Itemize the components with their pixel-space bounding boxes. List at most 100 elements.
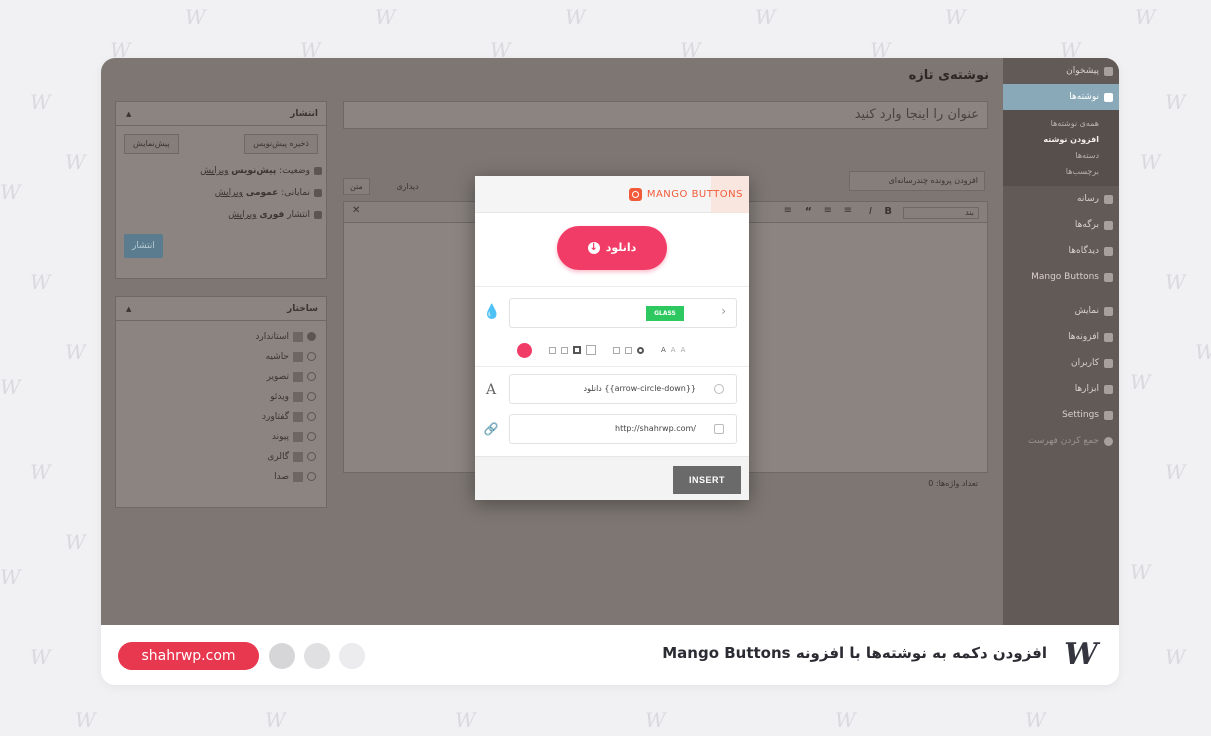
size-option[interactable]: [561, 346, 568, 354]
button-preview[interactable]: دانلود↓: [557, 226, 667, 270]
list-icon[interactable]: ≡: [844, 205, 852, 216]
submenu-categories[interactable]: دسته‌ها: [1003, 148, 1119, 164]
page-title: نوشته‌ی تازه: [908, 68, 989, 83]
format-option[interactable]: صدا: [116, 467, 326, 487]
aside-icon: [293, 351, 303, 362]
font-icon: A: [485, 382, 497, 398]
plugins-icon: [1104, 333, 1113, 342]
size-option[interactable]: [573, 346, 581, 354]
format-option[interactable]: گفتاورد: [116, 407, 326, 427]
ordered-list-icon[interactable]: ≡: [824, 205, 832, 216]
corner-option[interactable]: [637, 346, 644, 354]
save-draft-button[interactable]: ذخیره پیش‌نویس: [244, 134, 318, 154]
format-option[interactable]: استاندارد: [116, 327, 326, 347]
status-row: وضعیت: پیش‌نویس ویرایش: [116, 160, 326, 182]
format-box-header[interactable]: ساختار ▲: [116, 297, 326, 321]
preview-button[interactable]: پیش‌نمایش: [124, 134, 179, 154]
tab-text[interactable]: متن: [343, 178, 370, 195]
icon-picker-icon[interactable]: [714, 384, 724, 394]
align-icon[interactable]: ≡: [784, 205, 792, 216]
post-title-input[interactable]: عنوان را اینجا وارد کنید: [343, 101, 988, 129]
format-box: ساختار ▲ استاندارد حاشیه تصویر ویدئو گفتا…: [115, 296, 327, 508]
color-swatch[interactable]: [517, 342, 532, 358]
sidebar-item-comments[interactable]: دیدگاه‌ها: [1003, 238, 1119, 264]
radio-icon[interactable]: [307, 332, 316, 341]
text-size-option[interactable]: A: [671, 346, 676, 354]
gallery-icon: [293, 451, 303, 462]
format-option[interactable]: حاشیه: [116, 347, 326, 367]
audio-icon: [293, 471, 303, 482]
sidebar-item-pages[interactable]: برگه‌ها: [1003, 212, 1119, 238]
format-option[interactable]: تصویر: [116, 367, 326, 387]
sidebar-item-collapse[interactable]: جمع کردن فهرست: [1003, 428, 1119, 454]
appearance-icon: [1104, 307, 1113, 316]
button-link-input[interactable]: http://shahrwp.com/: [509, 414, 737, 444]
format-option[interactable]: پیوند: [116, 427, 326, 447]
posts-submenu: همه‌ی نوشته‌ها افزودن نوشته دسته‌ها برچس…: [1003, 110, 1119, 186]
radio-icon[interactable]: [307, 472, 316, 481]
sidebar-item-users[interactable]: کاربران: [1003, 350, 1119, 376]
button-text-input[interactable]: دانلود {{arrow-circle-down}}: [509, 374, 737, 404]
edit-status-link[interactable]: ویرایش: [200, 166, 228, 176]
radio-icon[interactable]: [307, 412, 316, 421]
sidebar-item-tools[interactable]: ابزارها: [1003, 376, 1119, 402]
sidebar-item-dashboard[interactable]: پیشخوان: [1003, 58, 1119, 84]
format-option[interactable]: ویدئو: [116, 387, 326, 407]
insert-button[interactable]: INSERT: [673, 466, 741, 494]
radio-icon[interactable]: [307, 392, 316, 401]
radio-icon[interactable]: [307, 372, 316, 381]
pin-icon: [1104, 93, 1113, 102]
mango-logo: MANGO BUTTONS: [628, 176, 743, 213]
tab-visual[interactable]: دیداری: [390, 179, 424, 194]
divider: [475, 286, 749, 287]
publish-box: انتشار ▲ ذخیره پیش‌نویس پیش‌نمایش وضعیت: …: [115, 101, 327, 279]
publish-button[interactable]: انتشار: [124, 234, 163, 258]
decorative-dot: [304, 643, 330, 669]
sidebar-item-posts[interactable]: نوشته‌ها: [1003, 84, 1119, 110]
paragraph-select[interactable]: بند: [903, 207, 979, 219]
corner-option[interactable]: [613, 346, 620, 354]
sidebar-item-appearance[interactable]: نمایش: [1003, 298, 1119, 324]
style-selector[interactable]: GLASS ›: [509, 298, 737, 328]
decorative-dot: [269, 643, 295, 669]
corner-option[interactable]: [625, 346, 632, 354]
bold-icon[interactable]: B: [884, 206, 892, 217]
format-option[interactable]: گالری: [116, 447, 326, 467]
radio-icon[interactable]: [307, 432, 316, 441]
external-link-icon[interactable]: [714, 424, 724, 434]
sidebar-item-mango-buttons[interactable]: Mango Buttons: [1003, 264, 1119, 290]
add-media-button[interactable]: افزودن پرونده چندرسانه‌ای: [849, 171, 985, 191]
submenu-tags[interactable]: برچسب‌ها: [1003, 164, 1119, 180]
link-icon: [293, 431, 303, 442]
mango-icon: [1104, 273, 1113, 282]
format-options: استاندارد حاشیه تصویر ویدئو گفتاورد پیون…: [116, 321, 326, 487]
toggle-arrow-icon[interactable]: ▲: [126, 297, 131, 321]
modal-footer: INSERT: [475, 456, 749, 500]
size-option[interactable]: [586, 345, 596, 355]
quote-icon: [293, 411, 303, 422]
shahrwp-logo: W: [1064, 637, 1098, 672]
quote-icon[interactable]: “: [805, 205, 812, 218]
edit-schedule-link[interactable]: ویرایش: [228, 210, 256, 220]
size-option[interactable]: [549, 346, 556, 354]
italic-icon[interactable]: I: [869, 206, 872, 217]
caption-bar: W افزودن دکمه به نوشته‌ها با افزونه Mang…: [101, 625, 1119, 685]
radio-icon[interactable]: [307, 352, 316, 361]
text-size-option[interactable]: A: [681, 346, 686, 354]
radio-icon[interactable]: [307, 452, 316, 461]
fullscreen-icon[interactable]: ✕: [352, 205, 360, 216]
submenu-all-posts[interactable]: همه‌ی نوشته‌ها: [1003, 116, 1119, 132]
toggle-arrow-icon[interactable]: ▲: [126, 102, 131, 126]
style-options-row: A A A: [517, 342, 685, 358]
publish-box-header[interactable]: انتشار ▲: [116, 102, 326, 126]
site-badge[interactable]: shahrwp.com: [118, 642, 259, 670]
sidebar-item-plugins[interactable]: افزونه‌ها: [1003, 324, 1119, 350]
text-size-option[interactable]: A: [661, 346, 666, 354]
sidebar-item-settings[interactable]: Settings: [1003, 402, 1119, 428]
mango-icon: [628, 187, 642, 201]
publish-actions: ذخیره پیش‌نویس پیش‌نمایش: [116, 126, 326, 160]
chevron-right-icon[interactable]: ›: [721, 304, 726, 318]
submenu-add-post[interactable]: افزودن نوشته: [1003, 132, 1119, 148]
sidebar-item-media[interactable]: رسانه: [1003, 186, 1119, 212]
edit-visibility-link[interactable]: ویرایش: [215, 188, 243, 198]
